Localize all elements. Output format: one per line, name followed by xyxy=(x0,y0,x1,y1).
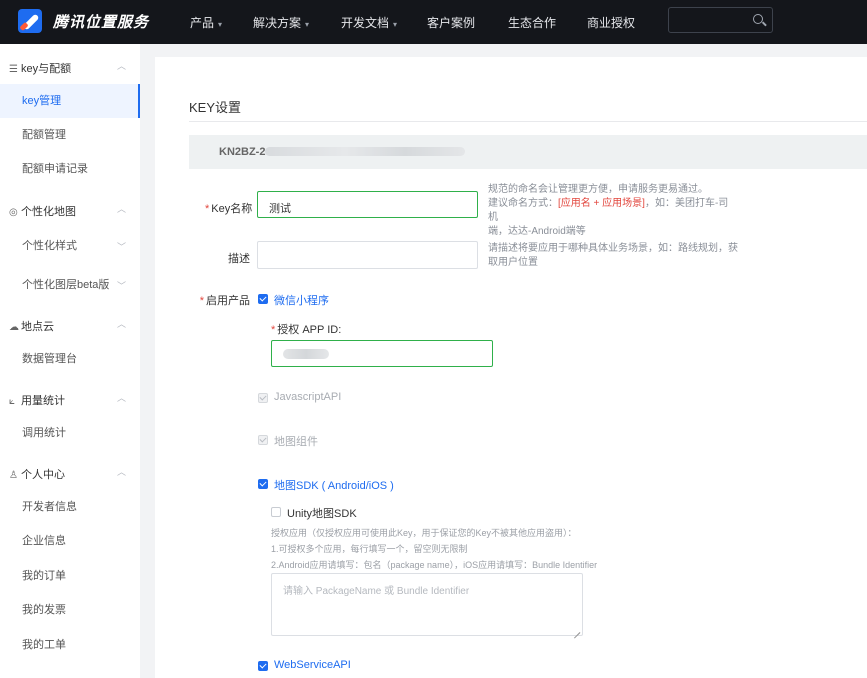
key-name-hint: 规范的命名会让管理更方便，申请服务更易通过。 建议命名方式：[应用名 + 应用场… xyxy=(488,183,738,239)
chevron-down-icon: ▾ xyxy=(393,20,398,29)
tencent-map-logo-icon[interactable] xyxy=(18,9,42,33)
custom-map-icon: ◎ xyxy=(9,207,18,218)
brand-name[interactable]: 腾讯位置服务 xyxy=(53,11,149,32)
sidebar-group-label: key与配额 xyxy=(21,63,72,75)
divider xyxy=(189,121,867,122)
search-box xyxy=(668,7,773,33)
textarea-placeholder: 请输入 PackageName 或 Bundle Identifier xyxy=(283,586,470,597)
unity-sdk-label[interactable]: Unity地图SDK xyxy=(287,505,357,521)
nav-item-commercial-license[interactable]: 商业授权 xyxy=(587,14,635,31)
search-input[interactable] xyxy=(675,12,750,28)
hint-line: 取用户位置 xyxy=(488,257,538,268)
webservice-api-checkbox[interactable] xyxy=(258,661,268,671)
unity-sdk-checkbox[interactable] xyxy=(271,507,281,517)
chevron-up-icon[interactable]: ︿ xyxy=(117,465,126,478)
description-hint: 请描述将要应用于哪种具体业务场景，如：路线规划，获 取用户位置 xyxy=(488,242,748,270)
webservice-api-label[interactable]: WebServiceAPI xyxy=(274,659,351,671)
key-name-input[interactable]: 测试 xyxy=(257,191,478,218)
nav-item-label: 产品 xyxy=(190,16,215,30)
sidebar-item-company-info[interactable]: 企业信息 xyxy=(0,524,140,558)
label-text: Key名称 xyxy=(211,203,253,215)
sidebar-group-label: 个性化地图 xyxy=(21,206,76,218)
chevron-up-icon[interactable]: ︿ xyxy=(117,202,126,215)
nav-item-products[interactable]: 产品 ▾ xyxy=(190,14,222,31)
note-line: 1.可授权多个应用，每行填写一个，留空则无限制 xyxy=(271,544,468,554)
sidebar-group-key-quota[interactable]: ☰ key与配额 xyxy=(9,60,71,76)
sidebar-item-my-invoices[interactable]: 我的发票 xyxy=(0,593,140,627)
search-icon[interactable] xyxy=(753,14,763,24)
hint-line: 请描述将要应用于哪种具体业务场景，如：路线规划，获 xyxy=(488,243,738,254)
sidebar-group-label: 个人中心 xyxy=(21,469,65,481)
chevron-up-icon[interactable]: ︿ xyxy=(117,391,126,404)
hint-line: 规范的命名会让管理更方便，申请服务更易通过。 xyxy=(488,184,708,195)
line-chart-icon: ⟀ xyxy=(9,396,15,407)
chevron-up-icon[interactable]: ︿ xyxy=(117,59,126,72)
chevron-down-icon[interactable]: ﹀ xyxy=(117,279,126,292)
nav-item-label: 开发文档 xyxy=(341,16,390,30)
nav-item-solutions[interactable]: 解决方案 ▾ xyxy=(253,14,309,31)
chevron-up-icon[interactable]: ︿ xyxy=(117,317,126,330)
sidebar-group-custom-map[interactable]: ◎ 个性化地图 xyxy=(9,203,76,219)
map-sdk-checkbox[interactable] xyxy=(258,479,268,489)
sidebar-item-call-stats[interactable]: 调用统计 xyxy=(0,416,140,450)
chevron-down-icon: ▾ xyxy=(305,20,310,29)
wechat-miniprogram-checkbox[interactable] xyxy=(258,294,268,304)
sidebar-item-quota-records[interactable]: 配额申请记录 xyxy=(0,152,140,186)
top-nav-bar: 腾讯位置服务 产品 ▾ 解决方案 ▾ 开发文档 ▾ 客户案例 生态合作 商业授权 xyxy=(0,0,867,44)
sidebar-item-data-console[interactable]: 数据管理台 xyxy=(0,342,140,376)
products-label: * 启用产品 xyxy=(199,295,250,307)
key-settings-panel: KEY设置 KN2BZ-2 * Key名称 测试 规范的命名会让管理更方便，申请服… xyxy=(155,57,867,678)
sidebar-item-my-tickets[interactable]: 我的工单 xyxy=(0,628,140,662)
key-name-label: * Key名称 xyxy=(205,203,253,215)
label-text: 启用产品 xyxy=(206,295,250,307)
wechat-miniprogram-label[interactable]: 微信小程序 xyxy=(274,292,329,308)
nav-item-ecosystem[interactable]: 生态合作 xyxy=(508,14,556,31)
sidebar-group-label: 用量统计 xyxy=(21,395,65,407)
page-title: KEY设置 xyxy=(189,100,242,115)
nav-item-label: 解决方案 xyxy=(253,16,302,30)
hint-line: 端，达达-Android端等 xyxy=(488,226,586,237)
key-value[interactable]: KN2BZ-2 xyxy=(219,146,265,158)
chevron-down-icon: ▾ xyxy=(218,20,223,29)
appid-input[interactable] xyxy=(271,340,493,367)
description-input[interactable] xyxy=(257,241,478,269)
user-icon: ♙ xyxy=(9,470,18,481)
note-line: 授权应用（仅授权应用可使用此Key，用于保证您的Key不被其他应用盗用）： xyxy=(271,528,577,538)
menu-list-icon: ☰ xyxy=(9,64,18,75)
map-component-label: 地图组件 xyxy=(274,436,318,448)
map-component-checkbox xyxy=(258,435,268,445)
nav-item-dev-docs[interactable]: 开发文档 ▾ xyxy=(341,14,397,31)
sidebar: ☰ key与配额 ︿ key管理 配额管理 配额申请记录 ◎ 个性化地图 ︿ 个性化… xyxy=(0,44,140,678)
sidebar-group-personal-center[interactable]: ♙ 个人中心 xyxy=(9,466,65,482)
sidebar-group-label: 地点云 xyxy=(21,321,54,333)
cloud-icon: ☁ xyxy=(9,322,19,333)
appid-label: * 授权 APP ID: xyxy=(271,324,342,336)
sidebar-item-key-management[interactable]: key管理 xyxy=(0,84,140,118)
field-value: 测试 xyxy=(269,203,291,215)
appid-value-blurred xyxy=(283,349,329,359)
hint-line: 建议命名方式： xyxy=(488,198,558,209)
key-display-bar: KN2BZ-2 xyxy=(189,135,867,169)
sidebar-group-location-cloud[interactable]: ☁ 地点云 xyxy=(9,318,54,334)
description-label: 描述 xyxy=(228,253,250,265)
javascript-api-label: JavascriptAPI xyxy=(274,391,342,403)
note-line: 2.Android应用请填写：包名（package name），iOS应用请填写… xyxy=(271,560,598,570)
chevron-down-icon[interactable]: ﹀ xyxy=(117,240,126,253)
sidebar-item-my-orders[interactable]: 我的订单 xyxy=(0,559,140,593)
sidebar-item-developer-info[interactable]: 开发者信息 xyxy=(0,490,140,524)
resize-handle-icon[interactable] xyxy=(573,626,580,633)
map-sdk-label[interactable]: 地图SDK ( Android/iOS ) xyxy=(274,477,394,493)
label-text: 授权 APP ID: xyxy=(277,324,342,336)
sdk-authorization-note: 授权应用（仅授权应用可使用此Key，用于保证您的Key不被其他应用盗用）： 1.… xyxy=(271,525,597,573)
key-value-blurred xyxy=(265,147,465,156)
hint-highlight: [应用名 + 应用场景] xyxy=(558,198,645,209)
nav-item-customer-cases[interactable]: 客户案例 xyxy=(427,14,475,31)
sidebar-group-usage-stats[interactable]: ⟀ 用量统计 xyxy=(9,392,65,408)
sidebar-item-quota-management[interactable]: 配额管理 xyxy=(0,118,140,152)
package-name-textarea[interactable]: 请输入 PackageName 或 Bundle Identifier xyxy=(271,573,583,636)
javascript-api-checkbox xyxy=(258,393,268,403)
